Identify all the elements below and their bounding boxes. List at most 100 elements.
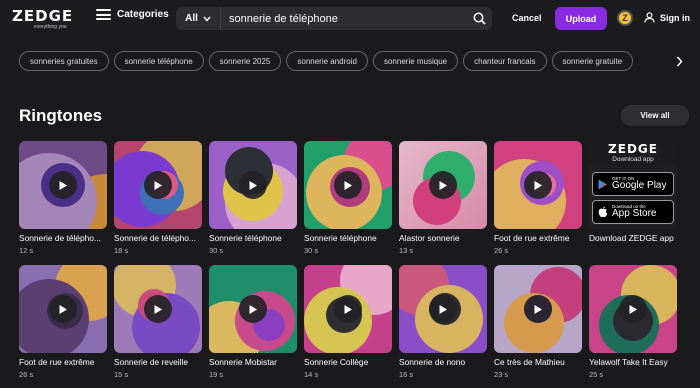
ringtone-card[interactable]: Foot de rue extrême 26 s xyxy=(494,141,582,255)
ringtone-title[interactable]: Sonnerie téléphone xyxy=(209,233,301,243)
ringtone-card[interactable]: Sonnerie Mobistar 19 s xyxy=(209,265,297,379)
play-icon[interactable] xyxy=(49,295,77,323)
ringtone-artwork xyxy=(209,265,297,353)
tag-chip[interactable]: sonnerie 2025 xyxy=(208,51,282,71)
play-icon[interactable] xyxy=(239,295,267,323)
play-icon[interactable] xyxy=(49,171,77,199)
app-store-label: App Store xyxy=(612,208,657,220)
upload-button[interactable]: Upload xyxy=(555,7,607,30)
ringtone-artwork xyxy=(494,141,582,229)
google-play-label: Google Play xyxy=(612,180,667,192)
ringtone-title[interactable]: Sonnerie de reveille xyxy=(114,357,206,367)
ringtone-card[interactable]: Yelawolf Take It Easy 25 s xyxy=(589,265,677,379)
download-app-banner: ZEDGE Download app GET IT ON Google Play… xyxy=(589,141,677,229)
cancel-button[interactable]: Cancel xyxy=(512,13,542,23)
ringtone-duration: 30 s xyxy=(209,246,224,255)
top-bar: ZEDGE everything you Categories All Canc… xyxy=(0,0,700,37)
apple-icon xyxy=(598,206,608,218)
zedge-credits-icon[interactable]: Z xyxy=(617,10,633,26)
ringtone-duration: 19 s xyxy=(209,370,224,379)
play-icon[interactable] xyxy=(524,295,552,323)
search-filter-select[interactable]: All xyxy=(176,7,221,30)
google-play-badge[interactable]: GET IT ON Google Play xyxy=(592,172,674,196)
ringtone-artwork xyxy=(114,141,202,229)
menu-icon xyxy=(96,9,111,20)
play-icon[interactable] xyxy=(524,171,552,199)
ringtone-artwork xyxy=(19,265,107,353)
app-store-badge[interactable]: Download on the App Store xyxy=(592,200,674,224)
view-all-button[interactable]: View all xyxy=(621,105,689,126)
zedge-logo[interactable]: ZEDGE everything you xyxy=(12,9,86,31)
ringtone-duration: 30 s xyxy=(304,246,319,255)
ringtone-title[interactable]: Sonnerie de nono xyxy=(399,357,491,367)
ringtone-artwork xyxy=(589,265,677,353)
ringtone-card[interactable]: Sonnerie de télépho... 12 s xyxy=(19,141,107,255)
play-icon[interactable] xyxy=(144,295,172,323)
play-icon[interactable] xyxy=(619,295,647,323)
ringtone-card[interactable]: Sonnerie téléphone 30 s xyxy=(304,141,392,255)
search-filter-value: All xyxy=(185,13,198,24)
tag-chip[interactable]: sonneries gratuites xyxy=(19,51,109,71)
tag-chip[interactable]: chanteur francais xyxy=(463,51,547,71)
ringtone-title[interactable]: Yelawolf Take It Easy xyxy=(589,357,681,367)
sign-in-button[interactable]: Sign in xyxy=(644,12,690,23)
ringtone-title[interactable]: Sonnerie Mobistar xyxy=(209,357,301,367)
ringtone-artwork xyxy=(304,141,392,229)
ad-subtitle: Download app xyxy=(612,156,654,163)
tag-chip[interactable]: sonnerie gratuite xyxy=(551,51,634,71)
ringtone-duration: 14 s xyxy=(304,370,319,379)
google-play-icon xyxy=(598,179,607,189)
logo-tagline: everything you xyxy=(34,24,67,30)
ringtone-artwork xyxy=(19,141,107,229)
download-app-card[interactable]: ZEDGE Download app GET IT ON Google Play… xyxy=(589,141,677,243)
ringtone-title[interactable]: Sonnerie de télépho... xyxy=(114,233,206,243)
ringtone-title[interactable]: Sonnerie de télépho... xyxy=(19,233,111,243)
tag-chip[interactable]: sonnerie musique xyxy=(372,51,459,71)
search-input[interactable] xyxy=(221,12,466,25)
ringtone-title[interactable]: Sonnerie Collège xyxy=(304,357,396,367)
download-app-title[interactable]: Download ZEDGE app xyxy=(589,233,681,243)
user-icon xyxy=(644,12,655,23)
ringtone-artwork xyxy=(209,141,297,229)
play-icon[interactable] xyxy=(429,295,457,323)
search-icon[interactable] xyxy=(466,7,492,30)
play-icon[interactable] xyxy=(334,295,362,323)
ringtone-title[interactable]: Ce très de Mathieu xyxy=(494,357,586,367)
ringtone-title[interactable]: Foot de rue extrême xyxy=(494,233,586,243)
logo-text: ZEDGE xyxy=(12,7,74,25)
play-icon[interactable] xyxy=(144,171,172,199)
ringtone-title[interactable]: Alastor sonnerie xyxy=(399,233,491,243)
tags-scroll-right-button[interactable] xyxy=(669,51,689,71)
chevron-down-icon xyxy=(203,16,211,22)
ringtone-card[interactable]: Ce très de Mathieu 23 s xyxy=(494,265,582,379)
tag-list: sonneries gratuites sonnerie téléphone s… xyxy=(19,51,669,71)
ringtone-duration: 18 s xyxy=(114,246,129,255)
ringtone-card[interactable]: Sonnerie de reveille 15 s xyxy=(114,265,202,379)
play-icon[interactable] xyxy=(334,171,362,199)
categories-button[interactable]: Categories xyxy=(96,9,169,20)
ad-header: ZEDGE Download app xyxy=(589,141,677,166)
ringtone-title[interactable]: Foot de rue extrême xyxy=(19,357,111,367)
ringtone-duration: 25 s xyxy=(589,370,604,379)
ringtone-card[interactable]: Foot de rue extrême 26 s xyxy=(19,265,107,379)
ringtone-title[interactable]: Sonnerie téléphone xyxy=(304,233,396,243)
ringtone-card[interactable]: Sonnerie de télépho... 18 s xyxy=(114,141,202,255)
ringtone-artwork xyxy=(114,265,202,353)
play-icon[interactable] xyxy=(239,171,267,199)
play-icon[interactable] xyxy=(429,171,457,199)
ringtone-card[interactable]: Sonnerie téléphone 30 s xyxy=(209,141,297,255)
ringtone-artwork xyxy=(399,265,487,353)
ringtone-card[interactable]: Alastor sonnerie 13 s xyxy=(399,141,487,255)
ringtone-card[interactable]: Sonnerie Collège 14 s xyxy=(304,265,392,379)
section-title: Ringtones xyxy=(19,106,103,125)
ad-logo: ZEDGE xyxy=(608,142,658,156)
categories-label: Categories xyxy=(117,9,169,20)
ringtone-artwork xyxy=(304,265,392,353)
ringtone-card[interactable]: Sonnerie de nono 16 s xyxy=(399,265,487,379)
sign-in-label: Sign in xyxy=(660,12,690,23)
ringtone-duration: 16 s xyxy=(399,370,414,379)
tag-chip[interactable]: sonnerie android xyxy=(286,51,368,71)
tag-chip[interactable]: sonnerie téléphone xyxy=(113,51,204,71)
ringtone-artwork xyxy=(494,265,582,353)
search-bar: All xyxy=(176,7,492,30)
